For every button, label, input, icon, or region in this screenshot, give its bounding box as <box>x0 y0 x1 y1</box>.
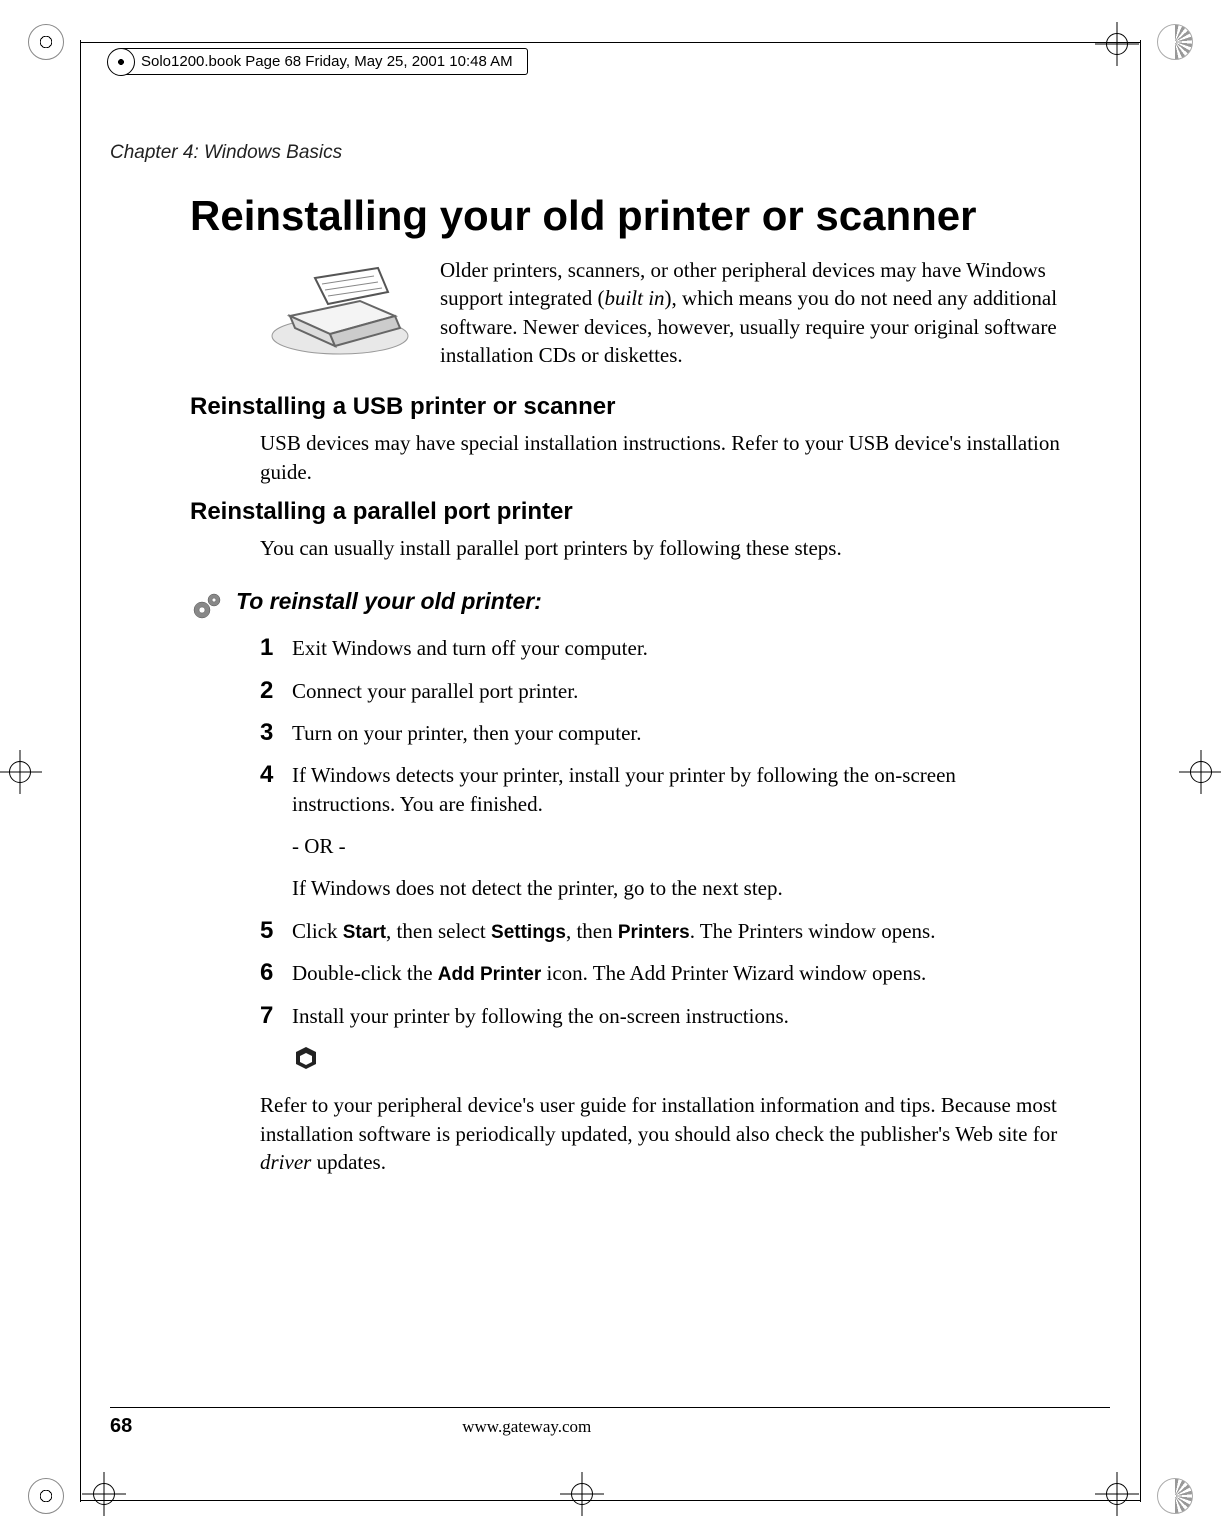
crop-line-top <box>80 42 1140 43</box>
step-5: 5 Click Start, then select Settings, the… <box>260 917 1060 946</box>
closing-post: updates. <box>311 1150 386 1174</box>
step5-printers: Printers <box>618 922 690 943</box>
registration-cross-icon <box>1095 22 1139 66</box>
registration-cross-icon <box>560 1472 604 1516</box>
registration-wheel-icon <box>1157 1478 1193 1514</box>
step5-e: . The Printers window opens. <box>690 919 936 943</box>
step-number: 7 <box>260 1002 282 1030</box>
registration-cross-icon <box>1095 1472 1139 1516</box>
step-1: 1 Exit Windows and turn off your compute… <box>260 634 1060 662</box>
step-text: If Windows detects your printer, install… <box>292 761 1060 818</box>
step-number: 5 <box>260 917 282 945</box>
step-list-continued: 5 Click Start, then select Settings, the… <box>260 917 1060 1031</box>
page-content: Chapter 4: Windows Basics Reinstalling y… <box>110 142 1110 1176</box>
gears-icon <box>190 588 226 624</box>
chapter-label: Chapter 4: Windows Basics <box>110 142 1110 164</box>
step-number: 3 <box>260 719 282 747</box>
closing-italic: driver <box>260 1150 311 1174</box>
procedure-heading-row: To reinstall your old printer: <box>190 588 1110 624</box>
book-header-tag: Solo1200.book Page 68 Friday, May 25, 20… <box>120 48 528 75</box>
crop-line-right <box>1140 40 1141 1502</box>
registration-cross-icon <box>1179 750 1221 794</box>
step-number: 4 <box>260 761 282 789</box>
step-number: 1 <box>260 634 282 662</box>
step5-settings: Settings <box>491 922 566 943</box>
step-number: 6 <box>260 959 282 987</box>
section-heading-usb: Reinstalling a USB printer or scanner <box>190 393 1110 421</box>
step6-c: icon. The Add Printer Wizard window open… <box>541 961 926 985</box>
step-text: Click Start, then select Settings, then … <box>292 917 935 946</box>
step-text: Connect your parallel port printer. <box>292 677 578 705</box>
closing-pre: Refer to your peripheral device's user g… <box>260 1093 1057 1145</box>
step-4: 4 If Windows detects your printer, insta… <box>260 761 1060 818</box>
section-body-usb: USB devices may have special installatio… <box>260 429 1060 486</box>
step5-a: Click <box>292 919 343 943</box>
step6-addprinter: Add Printer <box>438 964 541 985</box>
step-3: 3 Turn on your printer, then your comput… <box>260 719 1060 747</box>
step-text: Double-click the Add Printer icon. The A… <box>292 959 926 988</box>
registration-cross-icon <box>82 1472 126 1516</box>
intro-row: Older printers, scanners, or other perip… <box>260 256 1110 369</box>
registration-circle-icon <box>28 1478 64 1514</box>
step-text: Install your printer by following the on… <box>292 1002 789 1030</box>
registration-cross-icon <box>0 750 42 794</box>
registration-circle-icon <box>28 24 64 60</box>
step5-c: , then select <box>386 919 491 943</box>
intro-text: Older printers, scanners, or other perip… <box>440 256 1070 369</box>
step-7: 7 Install your printer by following the … <box>260 1002 1060 1030</box>
step-list: 1 Exit Windows and turn off your compute… <box>260 634 1060 818</box>
page-number: 68 <box>110 1415 132 1438</box>
step5-start: Start <box>343 922 386 943</box>
step-text: Exit Windows and turn off your computer. <box>292 634 648 662</box>
scanner-printer-icon <box>260 256 420 366</box>
step-or: - OR - <box>292 832 1060 860</box>
footer-url: www.gateway.com <box>462 1417 591 1437</box>
crop-line-bottom <box>80 1500 1140 1501</box>
page-footer: 68 www.gateway.com <box>110 1415 1110 1438</box>
footer-rule <box>110 1407 1110 1408</box>
section-heading-parallel: Reinstalling a parallel port printer <box>190 498 1110 526</box>
step-number: 2 <box>260 677 282 705</box>
end-of-procedure-icon <box>292 1044 1110 1077</box>
crop-line-left <box>80 40 81 1502</box>
step6-a: Double-click the <box>292 961 438 985</box>
step-text: Turn on your printer, then your computer… <box>292 719 642 747</box>
registration-wheel-icon <box>1157 24 1193 60</box>
step-4b: If Windows does not detect the printer, … <box>292 874 1060 902</box>
step-2: 2 Connect your parallel port printer. <box>260 677 1060 705</box>
section-body-parallel: You can usually install parallel port pr… <box>260 534 1060 562</box>
page-title: Reinstalling your old printer or scanner <box>190 192 1110 240</box>
intro-text-italic: built in <box>604 286 664 310</box>
procedure-title: To reinstall your old printer: <box>236 588 542 615</box>
closing-paragraph: Refer to your peripheral device's user g… <box>260 1091 1060 1176</box>
step5-d: , then <box>566 919 618 943</box>
step-6: 6 Double-click the Add Printer icon. The… <box>260 959 1060 988</box>
